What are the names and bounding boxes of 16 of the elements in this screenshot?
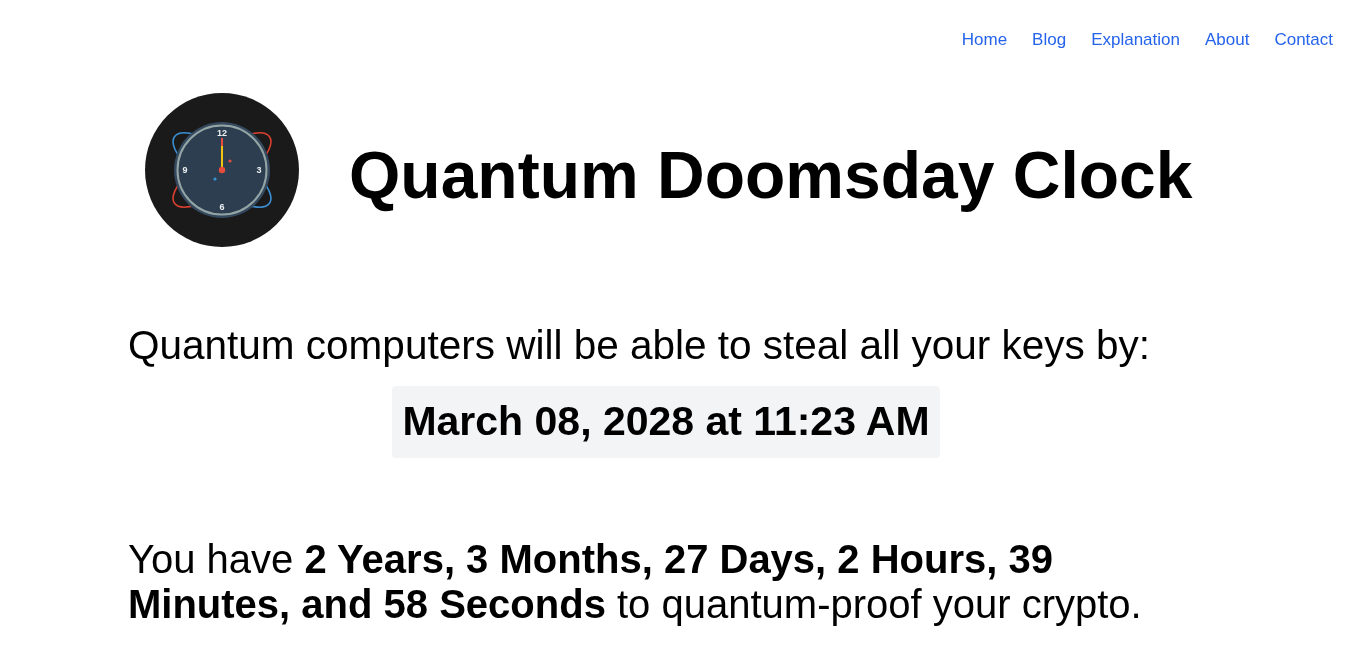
nav-link[interactable]: About (1204, 29, 1250, 54)
lead-text: Quantum computers will be able to steal all your keys by: (128, 322, 1151, 368)
particle-dot-icon (228, 159, 232, 163)
nav-link[interactable]: Contact (1274, 29, 1333, 54)
nav-link[interactable]: Home (961, 29, 1008, 54)
doomsday-date: March 08, 2028 at 11:23 AM (392, 386, 940, 458)
clock-hands-icon (218, 137, 226, 174)
dial-number: 9 (182, 165, 188, 176)
countdown-text: You have 2 Years, 3 Months, 27 Days, 2 Hours, 39 Minutes, and 58 Seconds to quantum-proof your crypto. (128, 537, 1143, 627)
dial-number: 12 (217, 128, 227, 139)
page-title: Quantum Doomsday Clock (349, 137, 1193, 214)
dial-number: 3 (256, 165, 262, 176)
particle-dot-icon (213, 177, 217, 181)
dial-number: 6 (219, 202, 225, 213)
nav-link[interactable]: Explanation (1091, 29, 1180, 54)
nav-link[interactable]: Blog (1032, 29, 1067, 54)
